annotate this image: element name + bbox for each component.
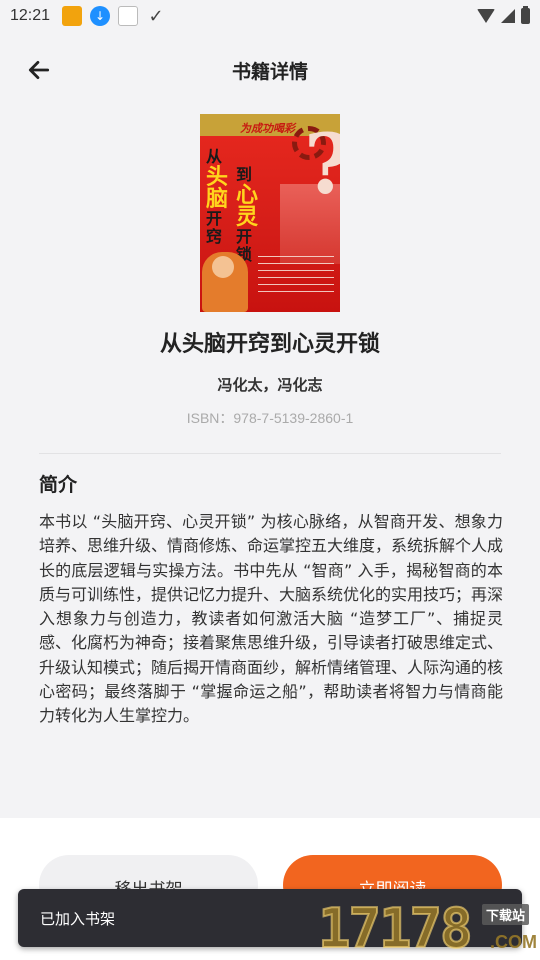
watermark-logo: 17178 下载站 .COM bbox=[317, 897, 540, 960]
status-time: 12:21 bbox=[10, 7, 51, 24]
signal-icon bbox=[501, 9, 515, 23]
status-bar: 12:21 ↓ ✓ bbox=[0, 0, 540, 32]
watermark-suffix: .COM bbox=[490, 932, 537, 952]
battery-icon bbox=[521, 6, 530, 24]
book-author: 冯化太，冯化志 bbox=[217, 376, 323, 394]
cover-slogan: 为成功喝彩 bbox=[240, 122, 295, 135]
cover-blurb bbox=[258, 256, 334, 298]
cover-char: 开 bbox=[236, 227, 253, 246]
wifi-icon bbox=[477, 9, 495, 23]
page-title: 书籍详情 bbox=[231, 60, 308, 83]
header: 书籍详情 bbox=[0, 40, 540, 100]
cover-char: 心 bbox=[236, 182, 259, 208]
book-isbn: ISBN：978-7-5139-2860-1 bbox=[186, 410, 354, 426]
toast-message: 已加入书架 bbox=[40, 909, 116, 928]
watermark-number: 17178 bbox=[317, 897, 474, 960]
arrow-left-icon bbox=[28, 61, 50, 79]
card-icon bbox=[118, 6, 139, 26]
watermark-tag: 下载站 bbox=[482, 904, 530, 925]
divider bbox=[39, 453, 501, 454]
intro-heading: 简介 bbox=[39, 474, 78, 496]
app-icon bbox=[62, 6, 83, 26]
intro-text: 本书以 “头脑开窍、心灵开锁” 为核心脉络，从智商开发、想象力培养、思维升级、情… bbox=[39, 512, 504, 726]
book-title: 从头脑开窍到心灵开锁 bbox=[159, 332, 380, 357]
cover-char: 灵 bbox=[236, 204, 259, 230]
cover-face-illustration bbox=[212, 256, 234, 278]
back-button[interactable] bbox=[22, 54, 56, 86]
question-mark-icon: ? bbox=[304, 124, 340, 206]
download-icon: ↓ bbox=[90, 6, 111, 26]
cover-title-right: 到 心 灵 开 锁 bbox=[236, 166, 272, 264]
check-icon: ✓ bbox=[148, 5, 164, 27]
book-cover: 为成功喝彩 ? 从 头 脑 开 窍 到 心 灵 开 锁 bbox=[200, 114, 340, 312]
